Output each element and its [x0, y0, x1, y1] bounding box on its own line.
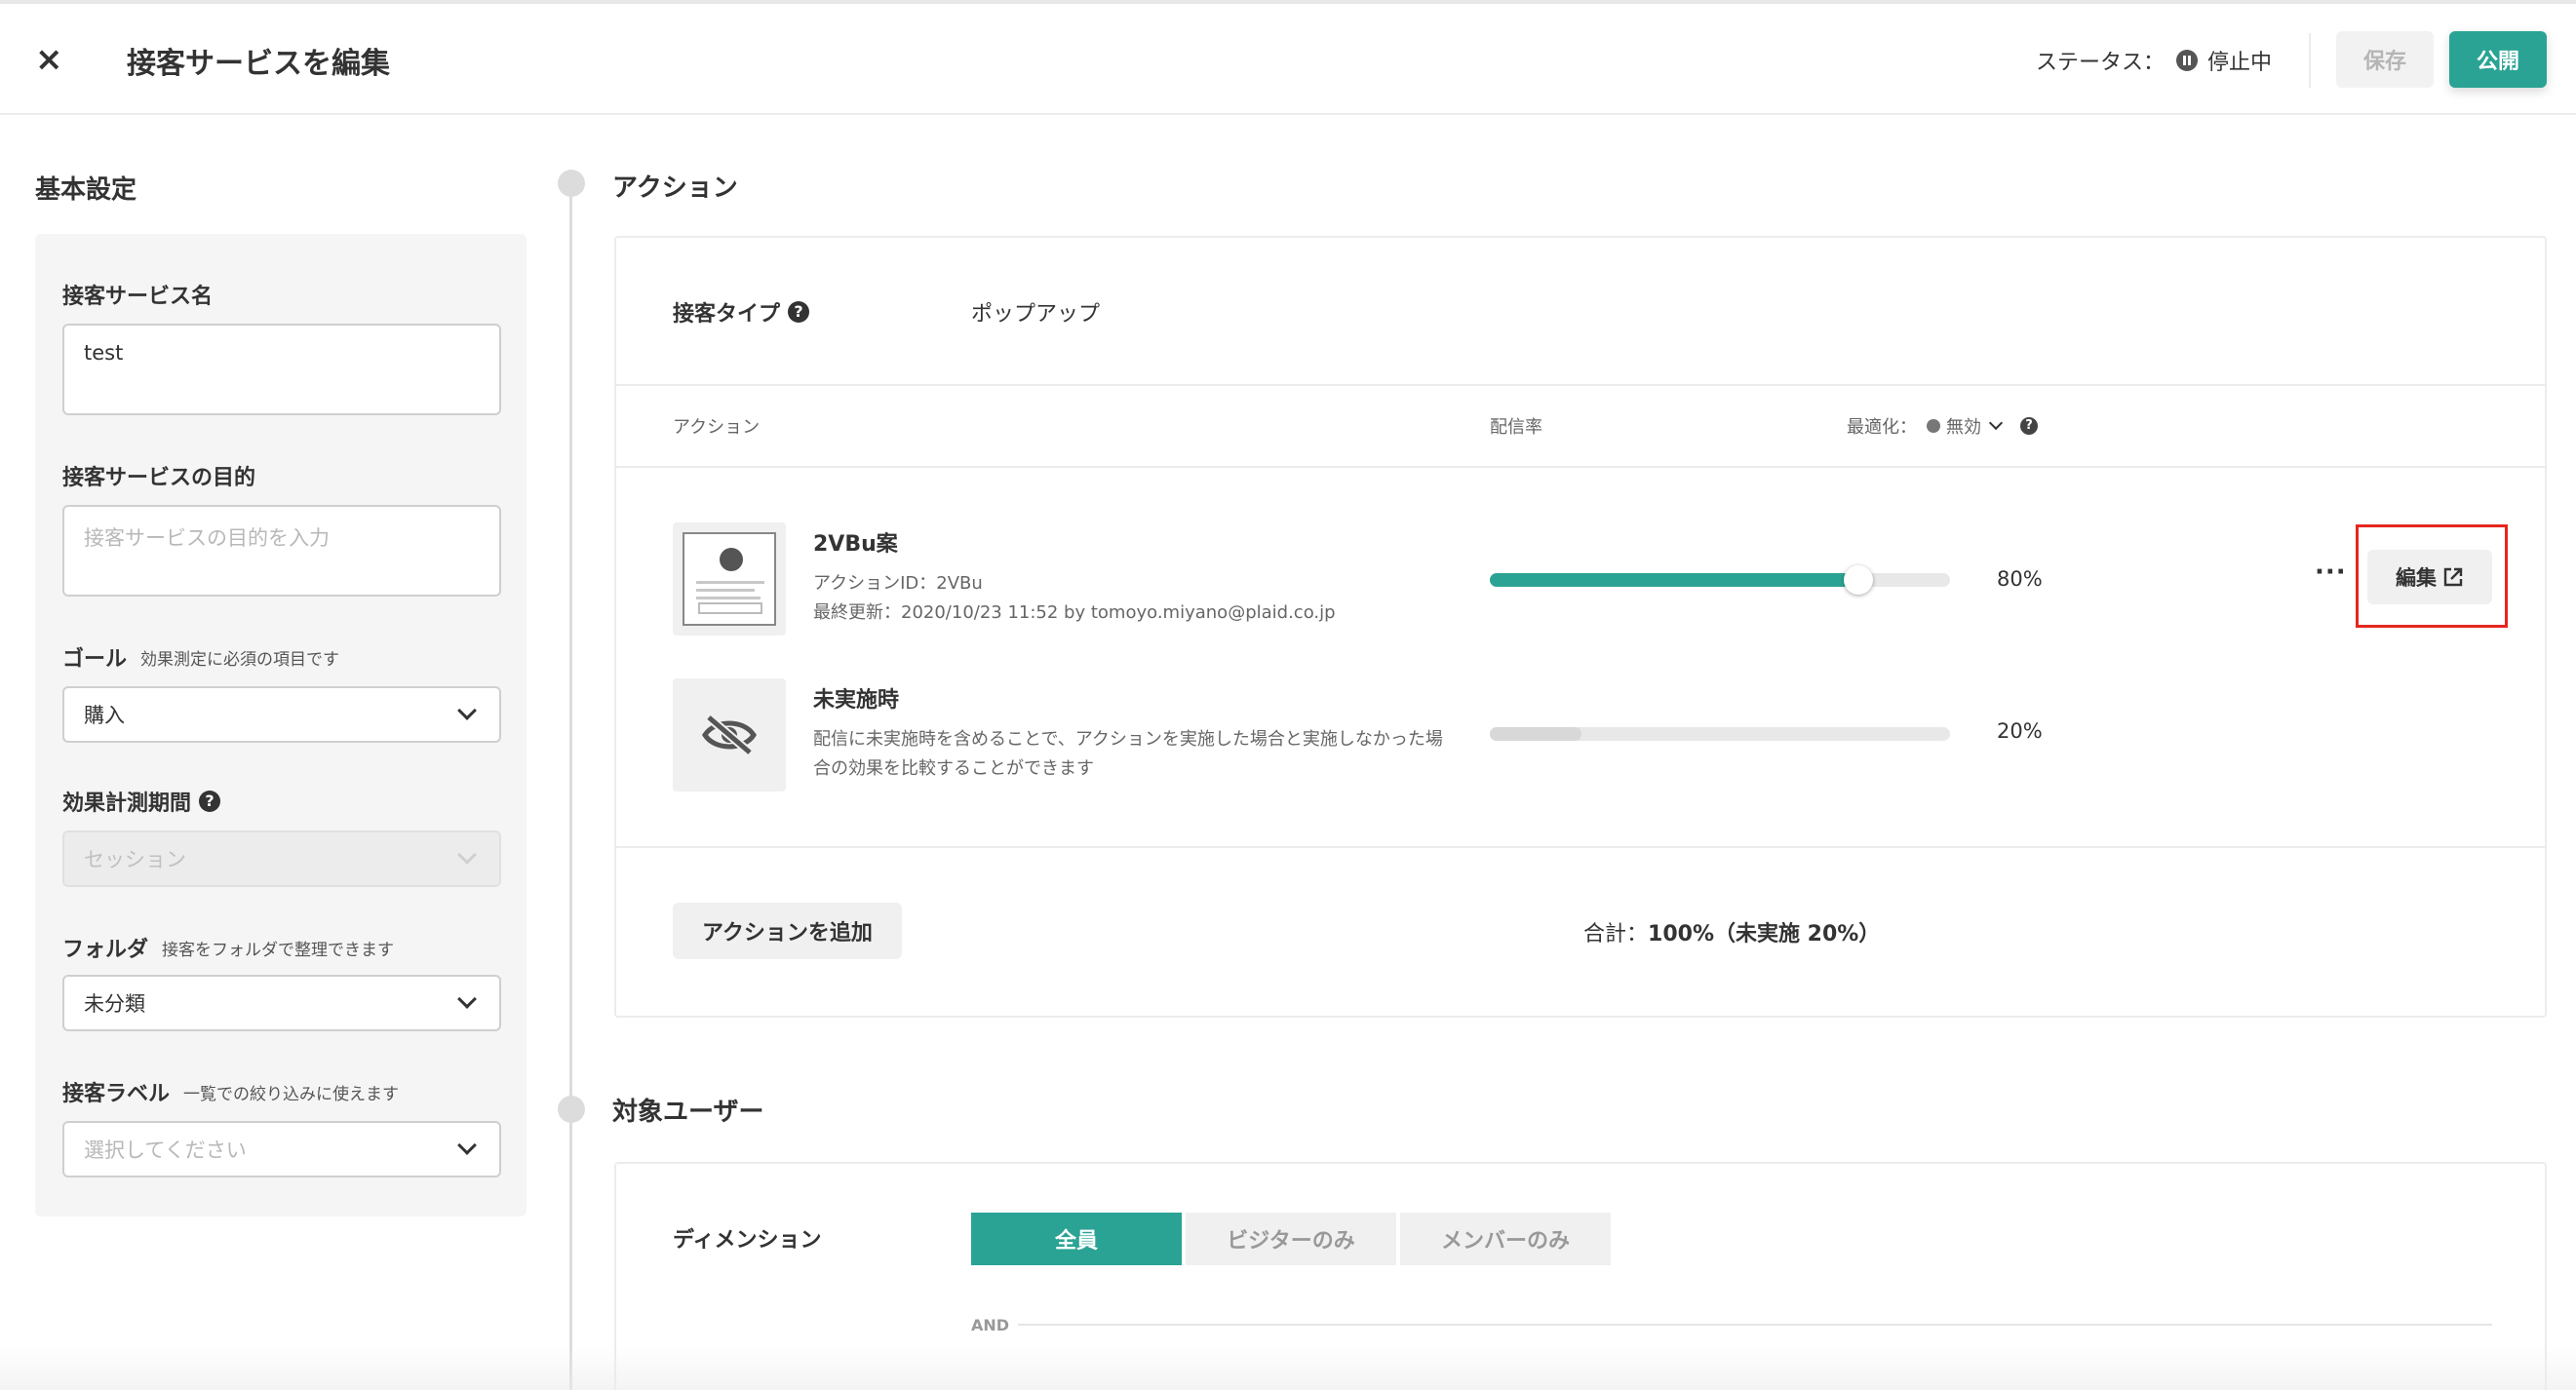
type-value: ポップアップ [971, 302, 1101, 327]
folder-label: フォルダ 接客をフォルダで整理できます [62, 932, 394, 963]
goal-value: 購入 [84, 704, 125, 727]
chevron-down-icon [1988, 415, 2004, 431]
eye-off-icon [702, 714, 757, 756]
name-label: 接客サービス名 [62, 285, 214, 309]
pause-icon [2176, 50, 2199, 71]
purpose-field[interactable]: 接客サービスの目的を入力 [62, 505, 501, 597]
popup-preview-image [683, 532, 776, 626]
timeline-dot-action [558, 170, 585, 197]
help-icon[interactable]: ? [2020, 417, 2038, 435]
segment-all[interactable]: 全員 [971, 1213, 1182, 1265]
basic-settings-title: 基本設定 [35, 175, 137, 205]
segment-members[interactable]: メンバーのみ [1400, 1213, 1611, 1265]
no-action-rate-value: 20% [1997, 719, 2043, 743]
no-action-rate-bar [1490, 727, 1950, 741]
no-action-title: 未実施時 [813, 688, 900, 713]
optimize-label: 最適化： [1847, 417, 1917, 438]
action-title: 2VBu案 [813, 532, 898, 557]
close-icon[interactable]: × [35, 43, 68, 76]
divider [616, 384, 2545, 386]
folder-select[interactable]: 未分類 [62, 975, 501, 1031]
folder-hint: 接客をフォルダで整理できます [162, 940, 395, 960]
total-value: 100%（未実施 20%） [1648, 922, 1881, 946]
goal-label: ゴール 効果測定に必須の項目です [62, 641, 339, 673]
add-action-button[interactable]: アクションを追加 [673, 903, 902, 959]
period-value: セッション [84, 848, 186, 871]
chevron-down-icon [457, 845, 477, 865]
help-icon[interactable]: ? [788, 301, 810, 323]
status-indicator: ステータス： 停止中 [2036, 45, 2272, 76]
no-action-desc-1: 配信に未実施時を含めることで、アクションを実施した場合と実施しなかった場 [813, 729, 1443, 750]
period-label: 効果計測期間 ? [62, 786, 221, 817]
page-title: 接客サービスを編集 [127, 47, 390, 81]
slider-handle[interactable] [1843, 565, 1873, 595]
timeline-line [569, 183, 572, 1390]
status-dot-icon [1927, 419, 1940, 433]
tag-select[interactable]: 選択してください [62, 1121, 501, 1178]
no-action-thumbnail [673, 678, 786, 792]
divider [616, 846, 2545, 848]
and-divider [1018, 1324, 2492, 1326]
action-updated: 最終更新：2020/10/23 11:52 by tomoyo.miyano@p… [813, 602, 1336, 623]
status-label: ステータス： [2036, 51, 2166, 75]
col-action: アクション [673, 417, 761, 438]
action-thumbnail[interactable] [673, 522, 786, 636]
total-prefix: 合計： [1583, 922, 1649, 946]
target-section-title: 対象ユーザー [612, 1098, 764, 1127]
delivery-rate-slider[interactable] [1490, 573, 1950, 587]
chevron-down-icon [457, 701, 477, 720]
segment-visitors[interactable]: ビジターのみ [1186, 1213, 1396, 1265]
and-label: AND [971, 1316, 1010, 1334]
help-icon[interactable]: ? [199, 791, 221, 812]
status-value: 停止中 [2207, 51, 2273, 75]
type-label: 接客タイプ ? [673, 296, 810, 328]
goal-hint: 効果測定に必須の項目です [140, 649, 340, 670]
total-rate: 合計：100%（未実施 20%） [1583, 916, 1880, 947]
chevron-down-icon [457, 1136, 477, 1155]
purpose-label: 接客サービスの目的 [62, 466, 256, 490]
rate-value: 80% [1997, 567, 2043, 591]
name-field[interactable]: test [62, 324, 501, 415]
goal-select[interactable]: 購入 [62, 686, 501, 743]
action-section-title: アクション [612, 174, 738, 203]
more-menu-icon[interactable]: ··· [2315, 558, 2347, 587]
divider [616, 466, 2545, 468]
period-select: セッション [62, 830, 501, 887]
chevron-down-icon [457, 989, 477, 1009]
save-button[interactable]: 保存 [2336, 31, 2434, 88]
tag-hint: 一覧での絞り込みに使えます [183, 1084, 400, 1104]
slider-fill [1490, 573, 1858, 587]
tag-label: 接客ラベル 一覧での絞り込みに使えます [62, 1076, 399, 1107]
bottom-shade [0, 1345, 2576, 1390]
optimize-control[interactable]: 最適化： 無効 ? [1847, 413, 2038, 439]
header-divider [2309, 33, 2311, 88]
dimension-label: ディメンション [673, 1228, 822, 1253]
highlight-box [2356, 524, 2508, 628]
header-bar: × 接客サービスを編集 ステータス： 停止中 保存 公開 [0, 4, 2576, 115]
action-id: アクションID：2VBu [813, 573, 983, 594]
action-card: 接客タイプ ? ポップアップ アクション 配信率 最適化： 無効 ? 2VBu案… [614, 236, 2547, 1018]
timeline-dot-target [558, 1096, 585, 1123]
bar-fill [1490, 727, 1582, 741]
folder-value: 未分類 [84, 992, 145, 1016]
col-rate: 配信率 [1490, 417, 1542, 438]
optimize-value: 無効 [1946, 417, 1981, 438]
no-action-desc-2: 合の効果を比較することができます [813, 758, 1094, 779]
publish-button[interactable]: 公開 [2449, 31, 2547, 88]
tag-placeholder: 選択してください [84, 1139, 247, 1162]
